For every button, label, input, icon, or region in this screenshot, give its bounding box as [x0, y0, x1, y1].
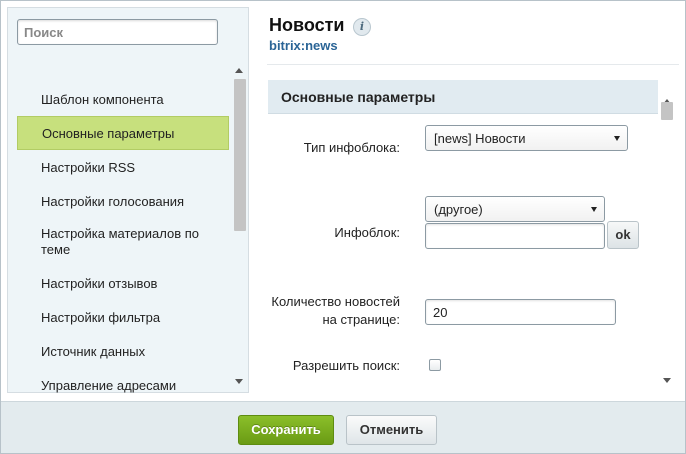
news-count-label: Количество новостей на странице:	[271, 293, 400, 329]
iblock-type-label: Тип инфоблока:	[303, 140, 400, 155]
scroll-down-arrow-icon[interactable]	[235, 379, 243, 384]
component-code: bitrix:news	[269, 38, 338, 53]
sidebar-item-label: Настройки фильтра	[41, 309, 161, 325]
sidebar-item-main-params[interactable]: Основные параметры	[17, 116, 229, 150]
news-count-label-line1: Количество новостей	[271, 294, 400, 309]
main-scrollbar[interactable]	[660, 99, 674, 383]
sidebar-item-label: Настройки RSS	[41, 159, 136, 175]
iblock-type-select[interactable]: [news] Новости	[425, 125, 628, 151]
news-count-input[interactable]	[425, 299, 616, 325]
header-divider	[267, 64, 679, 65]
sidebar-list: Шаблон компонента Основные параметры Нас…	[8, 82, 232, 394]
sidebar-item-label: Основные параметры	[42, 125, 175, 141]
scroll-up-arrow-icon[interactable]	[235, 68, 243, 73]
sidebar-item-rss[interactable]: Настройки RSS	[17, 150, 229, 184]
news-count-label-line2: на странице:	[322, 312, 400, 327]
iblock-label: Инфоблок:	[334, 225, 400, 240]
section-header: Основные параметры	[268, 80, 658, 114]
iblock-select-value: (другое)	[434, 202, 483, 217]
sidebar-scrollbar[interactable]	[232, 66, 246, 386]
info-icon[interactable]: i	[353, 18, 371, 36]
iblock-select[interactable]: (другое)	[425, 196, 605, 222]
cancel-button[interactable]: Отменить	[346, 415, 437, 445]
allow-search-checkbox[interactable]	[429, 359, 441, 371]
sidebar: Шаблон компонента Основные параметры Нас…	[7, 7, 249, 393]
sidebar-item-related-materials[interactable]: Настройка материалов по теме	[17, 218, 229, 266]
iblock-ok-button[interactable]: ok	[607, 221, 639, 249]
page-title: Новости	[269, 15, 345, 35]
sidebar-item-label: Источник данных	[41, 343, 146, 359]
sidebar-item-label: Настройки голосования	[41, 193, 185, 209]
sidebar-item-label: Настройки отзывов	[41, 275, 158, 291]
scroll-thumb[interactable]	[234, 79, 246, 231]
sidebar-item-url-management[interactable]: Управление адресами	[17, 368, 229, 394]
sidebar-item-filter[interactable]: Настройки фильтра	[17, 300, 229, 334]
component-settings-dialog: Шаблон компонента Основные параметры Нас…	[0, 0, 686, 454]
sidebar-item-reviews[interactable]: Настройки отзывов	[17, 266, 229, 300]
chevron-down-icon	[614, 136, 620, 141]
sidebar-item-data-source[interactable]: Источник данных	[17, 334, 229, 368]
scroll-thumb[interactable]	[661, 102, 673, 120]
sidebar-item-label: Управление адресами	[41, 377, 177, 393]
allow-search-label: Разрешить поиск:	[292, 358, 400, 373]
iblock-type-value: [news] Новости	[434, 131, 526, 146]
settings-panel: Основные параметры Тип инфоблока: [news]…	[268, 80, 679, 390]
sidebar-item-component-template[interactable]: Шаблон компонента	[17, 82, 229, 116]
chevron-down-icon	[591, 207, 597, 212]
save-button[interactable]: Сохранить	[238, 415, 334, 445]
sidebar-item-label: Настройка материалов по теме	[41, 226, 199, 257]
search-wrapper	[17, 19, 218, 45]
dialog-footer: Сохранить Отменить	[1, 401, 685, 453]
iblock-id-input[interactable]	[425, 223, 605, 249]
sidebar-item-voting[interactable]: Настройки голосования	[17, 184, 229, 218]
scroll-down-arrow-icon[interactable]	[663, 378, 671, 383]
sidebar-item-label: Шаблон компонента	[41, 91, 164, 107]
search-input[interactable]	[17, 19, 218, 45]
